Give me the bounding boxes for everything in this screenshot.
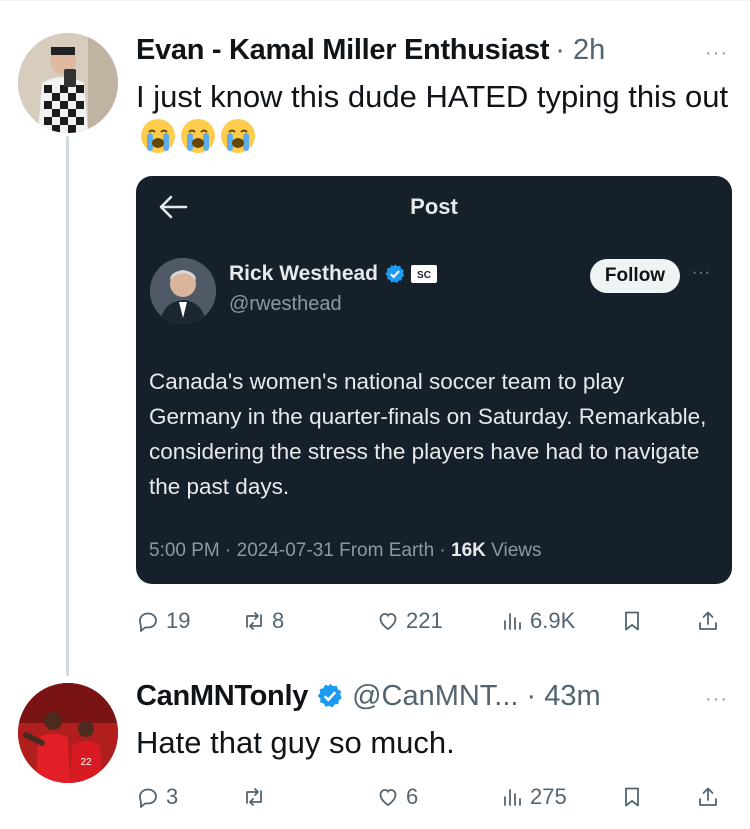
tweet-evan[interactable]: Evan - Kamal Miller Enthusiast · 2h ··· … [136,30,734,158]
embedded-more-icon: ··· [692,264,711,281]
share-button[interactable] [696,609,720,633]
reply-count: 3 [166,784,179,809]
reply-icon [139,612,157,632]
embedded-handle: @rwesthead [229,293,342,315]
share-icon [699,611,717,630]
avatar-rick-westhead [150,258,216,324]
embedded-author-line: Rick Westhead SC [229,262,438,286]
views-button[interactable]: 6.9K [500,608,575,634]
embedded-post-image[interactable]: Post Rick Westhead SC @rwesthead Follow … [136,176,732,584]
loudly-crying-face-icon [221,119,255,153]
embedded-views-count: 16K [451,540,486,561]
heart-icon [379,789,397,807]
tweet-text: Hate that guy so much. [136,725,455,760]
verified-badge-icon [317,683,342,708]
views-bar-chart-icon [504,789,521,806]
views-bar-chart-icon [504,613,521,630]
top-divider [0,0,750,1]
avatar-canmntonly[interactable]: 22 [18,683,118,783]
retweet-button[interactable]: 8 [242,608,284,634]
embedded-post-meta: 5:00 PM · 2024-07-31 From Earth · 16K Vi… [149,540,542,562]
tweet-text: I just know this dude HATED typing this … [136,76,734,158]
tweet-text-content: I just know this dude HATED typing this … [136,79,729,114]
tweet-header: Evan - Kamal Miller Enthusiast · 2h [136,30,734,70]
loudly-crying-face-icon [141,119,175,153]
like-count: 6 [406,784,419,809]
more-options-icon[interactable]: ··· [705,688,728,711]
avatar-evan[interactable] [18,33,118,133]
verified-badge-icon [385,264,405,283]
reply-button[interactable]: 3 [136,784,178,810]
bookmark-icon [625,787,639,807]
embedded-timestamp: 5:00 PM · 2024-07-31 From Earth · [149,540,452,561]
retweet-icon [246,788,262,806]
follow-button: Follow [590,259,680,293]
embedded-post-text: Canada's women's national soccer team to… [149,369,707,499]
like-count: 221 [406,608,443,633]
thread-connector-line [66,136,69,676]
bookmark-icon [625,611,639,631]
sportsnet-affiliate-icon: SC [411,265,437,283]
author-name[interactable]: CanMNTonly [136,680,308,713]
embedded-author-name: Rick Westhead [229,262,378,285]
reply-count: 19 [166,608,191,633]
bookmark-button[interactable] [620,785,644,809]
embedded-views-label: Views [485,540,542,561]
more-options-icon[interactable]: ··· [705,42,728,65]
share-button[interactable] [696,785,720,809]
retweet-button[interactable] [242,785,272,809]
retweet-icon [246,612,262,630]
tweet-header: CanMNTonly @CanMNT... · 43m [136,676,734,716]
tweet-actions: 3 6 275 [136,780,726,814]
views-count: 6.9K [530,608,576,633]
views-button[interactable]: 275 [500,784,567,810]
retweet-count: 8 [272,608,285,633]
reply-button[interactable]: 19 [136,608,190,634]
loudly-crying-face-icon [181,119,215,153]
author-name[interactable]: Evan - Kamal Miller Enthusiast [136,34,550,67]
svg-text:SC: SC [417,270,431,281]
timestamp[interactable]: · 2h [555,34,605,67]
embedded-post-title: Post [410,194,458,219]
views-count: 275 [530,784,567,809]
like-button[interactable]: 221 [376,608,443,634]
reply-icon [139,788,157,808]
bookmark-button[interactable] [620,609,644,633]
tweet-actions: 19 8 221 6.9K [136,604,726,638]
heart-icon [379,613,397,631]
like-button[interactable]: 6 [376,784,418,810]
svg-text:22: 22 [80,757,92,768]
share-icon [699,787,717,806]
tweet-canmntonly[interactable]: CanMNTonly @CanMNT... · 43m ··· Hate tha… [136,676,734,763]
handle-and-timestamp[interactable]: @CanMNT... · 43m [352,680,601,713]
